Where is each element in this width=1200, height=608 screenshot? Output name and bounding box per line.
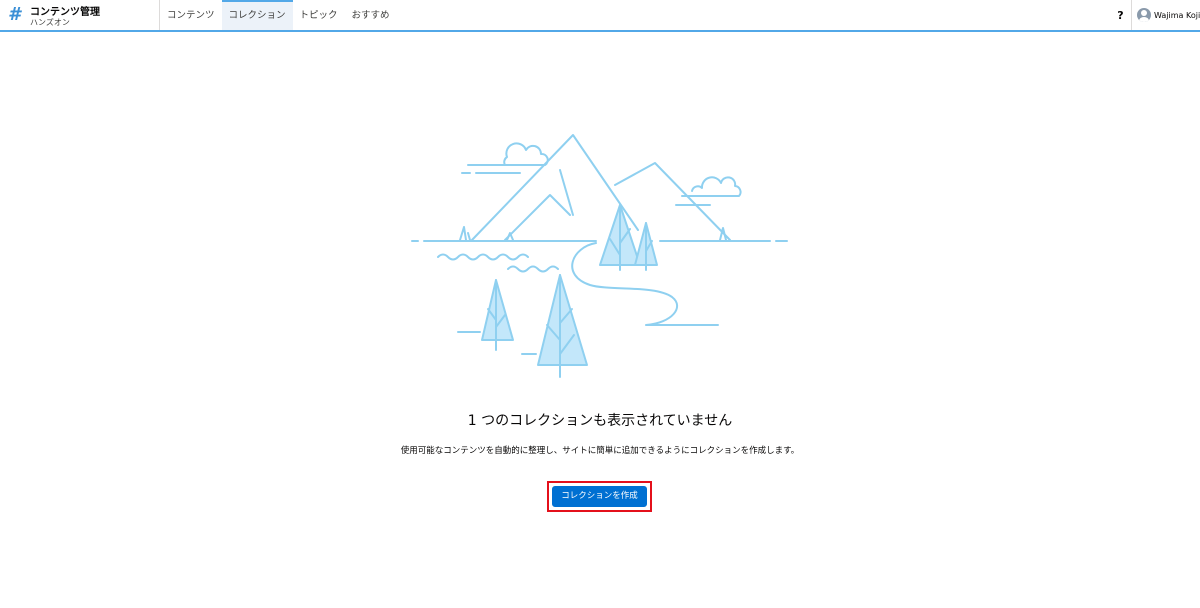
empty-state-description: 使用可能なコンテンツを自動的に整理し、サイトに簡単に追加できるようにコレクション… (400, 446, 800, 456)
create-collection-button[interactable]: コレクションを作成 (552, 486, 647, 507)
app-title: コンテンツ管理 (30, 7, 100, 18)
highlight-box: コレクションを作成 (547, 481, 652, 512)
tab-collections[interactable]: コレクション (221, 0, 293, 30)
mountains-icon (471, 134, 731, 241)
tab-contents[interactable]: コンテンツ (160, 0, 222, 30)
user-avatar-icon (1137, 8, 1151, 22)
cloud-left-icon (461, 142, 549, 174)
horizon-icon (411, 226, 788, 242)
tab-recommended[interactable]: おすすめ (345, 0, 397, 30)
hash-icon: # (8, 4, 21, 25)
empty-state-heading: 1 つのコレクションも表示されていません (467, 413, 733, 429)
user-name: Wajima Koji (1154, 11, 1200, 20)
empty-state-illustration (411, 134, 788, 378)
tab-topics[interactable]: トピック (293, 0, 345, 30)
nav-tabs: コンテンツ コレクション トピック おすすめ (160, 0, 397, 30)
app-subtitle: ハンズオン (30, 18, 70, 27)
app-launcher[interactable]: # コンテンツ管理 ハンズオン (0, 0, 160, 30)
global-header: # コンテンツ管理 ハンズオン コンテンツ コレクション トピック おすすめ ?… (0, 0, 1200, 32)
help-button[interactable]: ? (1110, 0, 1132, 30)
user-menu[interactable]: Wajima Koji (1133, 0, 1200, 30)
water-waves-icon (437, 253, 559, 273)
cloud-right-icon (675, 176, 742, 206)
tree-icon (481, 204, 658, 378)
